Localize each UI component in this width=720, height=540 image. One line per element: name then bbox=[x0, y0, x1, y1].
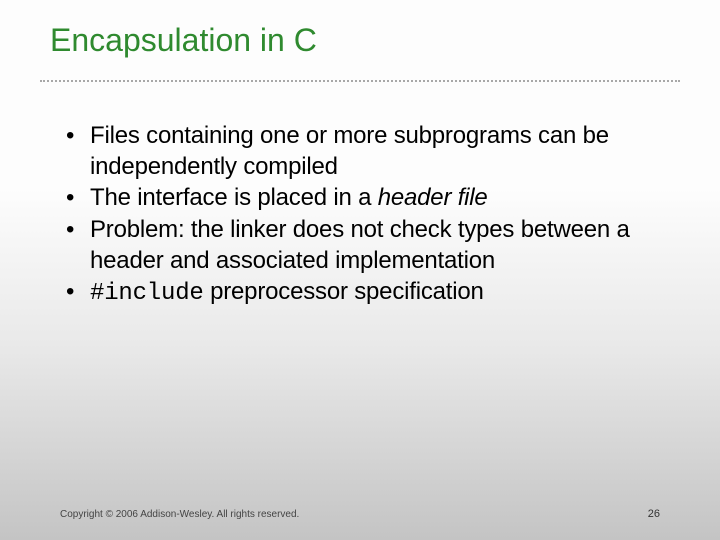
bullet-text: preprocessor specification bbox=[204, 278, 484, 305]
bullet-text: Problem: the linker does not check types… bbox=[90, 216, 630, 274]
slide-title: Encapsulation in C bbox=[50, 22, 317, 59]
page-number: 26 bbox=[648, 508, 660, 520]
slide-body: Files containing one or more subprograms… bbox=[60, 120, 660, 309]
bullet-item: The interface is placed in a header file bbox=[60, 182, 660, 213]
bullet-item: Files containing one or more subprograms… bbox=[60, 120, 660, 182]
bullet-item: Problem: the linker does not check types… bbox=[60, 214, 660, 276]
copyright-text: Copyright © 2006 Addison-Wesley. All rig… bbox=[60, 509, 299, 520]
title-divider bbox=[40, 80, 680, 82]
bullet-text-code: #include bbox=[90, 280, 204, 307]
slide-footer: Copyright © 2006 Addison-Wesley. All rig… bbox=[60, 508, 660, 520]
slide: Encapsulation in C Files containing one … bbox=[0, 0, 720, 540]
bullet-list: Files containing one or more subprograms… bbox=[60, 120, 660, 309]
bullet-text: The interface is placed in a bbox=[90, 184, 378, 211]
bullet-text: Files containing one or more subprograms… bbox=[90, 122, 609, 180]
bullet-item: #include preprocessor specification bbox=[60, 276, 660, 309]
bullet-text-italic: header file bbox=[378, 184, 488, 211]
